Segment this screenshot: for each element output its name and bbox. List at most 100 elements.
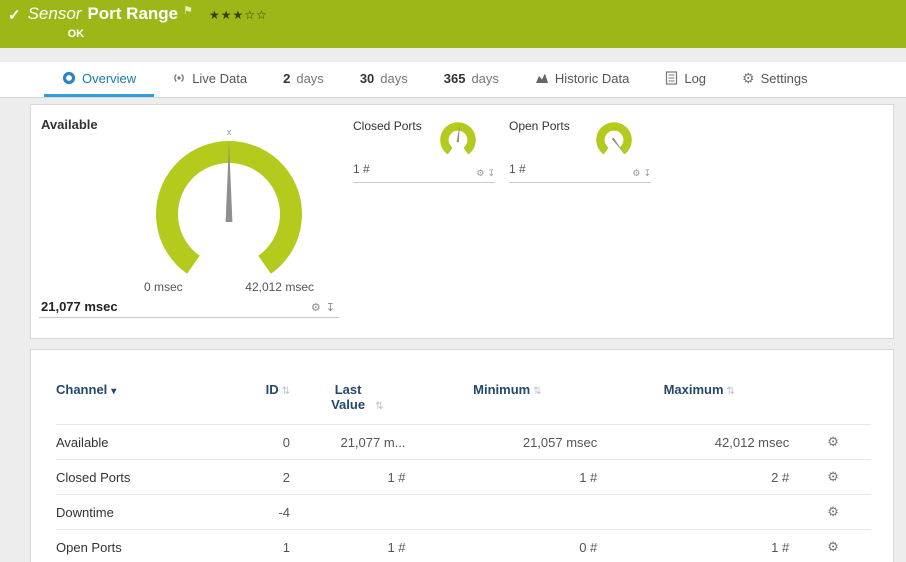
channel-settings-gear-icon[interactable]: ⚙ (827, 434, 839, 449)
tab-settings[interactable]: ⚙ Settings (724, 62, 826, 97)
cell-last-value: 1 # (296, 529, 412, 562)
table-row: Closed Ports 2 1 # 1 # 2 # ⚙ (56, 459, 871, 495)
historic-chart-icon (535, 73, 548, 83)
cell-id: -4 (221, 494, 297, 530)
sensor-page: ✓ Sensor Port Range ⚑ ★★★☆☆ OK Overview (0, 0, 906, 562)
gauges-panel: Available x 0 msec 42,012 msec 21,077 ms… (30, 104, 894, 339)
channel-table: Channel ▾ ID ⇅ Last Value ⇅ Minimum ⇅ Maximu… (56, 378, 871, 562)
closed-ports-gauge (440, 122, 476, 155)
cell-channel: Closed Ports (56, 459, 222, 495)
cell-maximum: 2 # (603, 459, 796, 495)
status-badge: OK (67, 28, 85, 40)
log-document-icon (666, 71, 678, 85)
tab-label: Settings (760, 70, 808, 86)
stars-filled: ★★★ (209, 8, 245, 22)
column-header-actions (795, 378, 871, 425)
overview-donut-icon (62, 71, 76, 85)
cell-last-value (296, 494, 412, 530)
ok-check-icon: ✓ (8, 7, 21, 24)
tab-live-data[interactable]: Live Data (154, 62, 265, 97)
table-row: Open Ports 1 1 # 0 # 1 # ⚙ (56, 529, 871, 562)
tab-overview[interactable]: Overview (44, 62, 155, 97)
tab-unit: days (380, 70, 408, 86)
closed-ports-gauge-block: Closed Ports 1 # ⚙ ↧ (353, 117, 495, 183)
column-label: ID (265, 382, 279, 397)
cell-last-value: 1 # (296, 459, 412, 495)
tab-number: 2 (283, 70, 291, 86)
channel-settings-gear-icon[interactable]: ⚙ (827, 504, 839, 519)
gauge-settings-gear-icon[interactable]: ⚙ (311, 301, 321, 314)
tab-number: 365 (443, 70, 466, 86)
cell-last-value: 21,077 m... (296, 424, 412, 460)
needle-x-marker: x (227, 127, 232, 137)
cell-minimum: 21,057 msec (411, 424, 604, 460)
gauge-value: 21,077 msec (41, 299, 118, 314)
open-ports-gauge-block: Open Ports 1 # ⚙ ↧ (509, 117, 651, 183)
table-row: Downtime -4 ⚙ (56, 494, 871, 530)
favorite-flag-icon[interactable]: ⚑ (183, 4, 193, 17)
column-label: Maximum (663, 382, 724, 397)
tab-bar: Overview Live Data 2 days 30 days 365 da… (0, 62, 906, 98)
cell-channel: Downtime (56, 494, 222, 530)
gauge-value: 1 # (509, 162, 526, 176)
column-header-channel[interactable]: Channel ▾ (56, 378, 221, 425)
gauge-scale-labels: 0 msec 42,012 msec (134, 280, 324, 294)
available-gauge-block: Available x 0 msec 42,012 msec 21,077 ms… (39, 117, 339, 338)
tab-log[interactable]: Log (647, 62, 724, 97)
column-label: Minimum (473, 382, 531, 397)
column-header-id[interactable]: ID ⇅ (221, 378, 296, 425)
gauge-pin-icon[interactable]: ↧ (487, 168, 495, 179)
sort-icon[interactable]: ⇅ (375, 401, 383, 412)
tab-unit: days (296, 70, 324, 86)
chevron-down-icon[interactable]: ▾ (111, 386, 116, 397)
tab-number: 30 (359, 70, 375, 86)
gauge-settings-gear-icon[interactable]: ⚙ (476, 168, 484, 179)
tab-365-days[interactable]: 365 days (426, 62, 517, 97)
sensor-header: ✓ Sensor Port Range ⚑ ★★★☆☆ OK (0, 0, 906, 48)
tab-30-days[interactable]: 30 days (342, 62, 426, 97)
tab-label: Live Data (192, 70, 248, 86)
tab-label: Log (684, 70, 707, 86)
cell-maximum (603, 494, 796, 530)
cell-minimum (411, 494, 604, 530)
tab-label: Historic Data (554, 70, 630, 86)
cell-maximum: 42,012 msec (603, 424, 796, 460)
gauge-value: 1 # (353, 162, 370, 176)
stars-empty: ☆☆ (244, 8, 268, 22)
tab-2-days[interactable]: 2 days (265, 62, 342, 97)
column-label: Last Value (331, 382, 366, 412)
column-header-minimum[interactable]: Minimum ⇅ (412, 378, 604, 425)
gauge-max-label: 42,012 msec (245, 280, 314, 294)
sensor-type-label: Sensor (27, 4, 82, 23)
channel-settings-gear-icon[interactable]: ⚙ (827, 539, 839, 554)
column-header-maximum[interactable]: Maximum ⇅ (603, 378, 795, 425)
priority-stars[interactable]: ★★★☆☆ (209, 8, 268, 22)
table-row: Available 0 21,077 m... 21,057 msec 42,0… (56, 424, 871, 460)
cell-maximum: 1 # (603, 529, 796, 562)
cell-minimum: 0 # (411, 529, 604, 562)
live-data-broadcast-icon (174, 74, 184, 82)
open-ports-gauge (596, 122, 632, 155)
channel-settings-gear-icon[interactable]: ⚙ (827, 469, 839, 484)
table-header-row: Channel ▾ ID ⇅ Last Value ⇅ Minimum ⇅ Maximu… (56, 378, 871, 425)
tab-label: Overview (82, 70, 137, 86)
gear-icon: ⚙ (742, 69, 755, 86)
sort-icon[interactable]: ⇅ (282, 386, 290, 397)
sort-icon[interactable]: ⇅ (727, 386, 735, 397)
cell-minimum: 1 # (411, 459, 604, 495)
available-gauge: x (156, 127, 302, 274)
column-header-last-value[interactable]: Last Value ⇅ (296, 378, 411, 425)
cell-channel: Available (56, 424, 222, 460)
tab-historic-data[interactable]: Historic Data (517, 62, 647, 97)
gauge-min-label: 0 msec (144, 280, 183, 294)
gauge-pin-icon[interactable]: ↧ (326, 301, 335, 314)
gauge-settings-gear-icon[interactable]: ⚙ (632, 168, 640, 179)
cell-id: 2 (221, 459, 297, 495)
gauge-pin-icon[interactable]: ↧ (643, 168, 651, 179)
sensor-title: Port Range (87, 4, 179, 23)
sort-icon[interactable]: ⇅ (533, 386, 541, 397)
title-block: Sensor Port Range ⚑ ★★★☆☆ OK (28, 4, 268, 40)
cell-id: 0 (221, 424, 297, 460)
channel-table-panel: Channel ▾ ID ⇅ Last Value ⇅ Minimum ⇅ Maximu… (30, 349, 894, 562)
column-label: Channel (56, 382, 108, 397)
